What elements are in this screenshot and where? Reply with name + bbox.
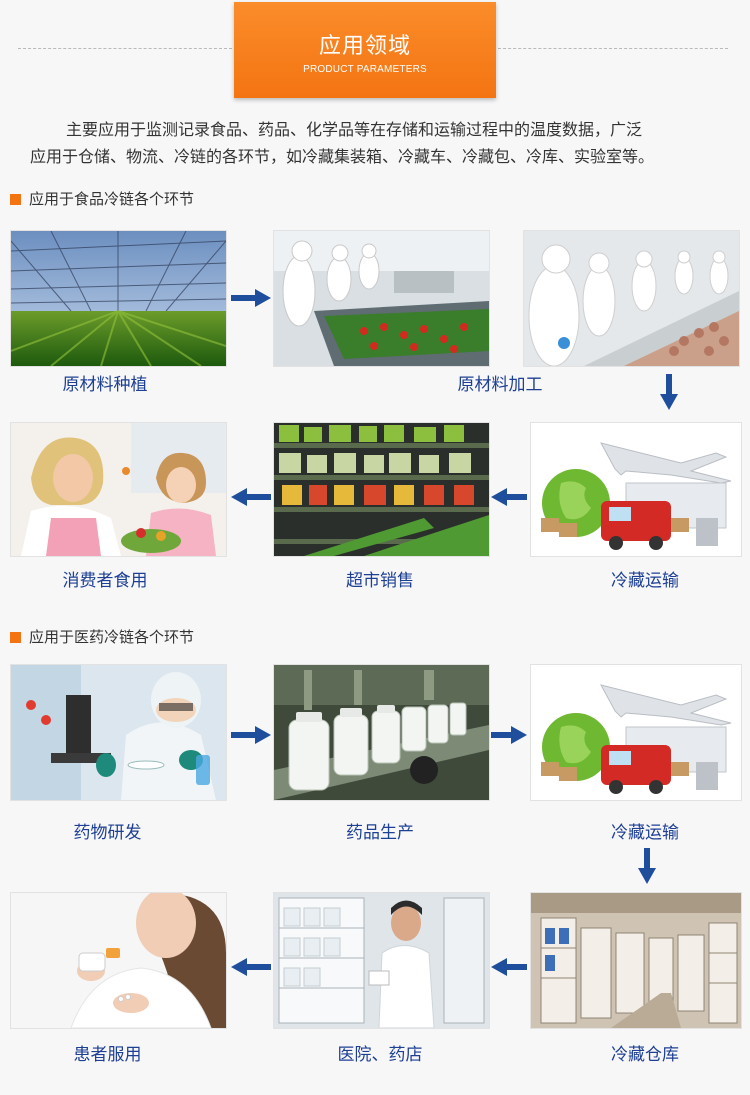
supermarket-shelf-image <box>273 422 490 557</box>
step-label-patient: 患者服用 <box>73 1045 142 1065</box>
meat-processing-image <box>523 230 740 367</box>
arrow-right-icon <box>491 726 527 744</box>
step-label-planting: 原材料种植 <box>62 375 148 395</box>
pharma-section-heading: 应用于医药冷链各个环节 <box>10 626 194 647</box>
food-section-heading: 应用于食品冷链各个环节 <box>10 188 194 209</box>
step-label-food-transport: 冷藏运输 <box>611 571 679 591</box>
patient-taking-medicine-image <box>10 892 227 1029</box>
arrow-down-icon <box>660 374 678 410</box>
arrow-left-icon <box>491 958 527 976</box>
header-dash-left <box>18 48 232 49</box>
pharma-cold-transport-image <box>530 664 742 801</box>
drug-production-image <box>273 664 490 801</box>
drug-research-image <box>10 664 227 801</box>
arrow-left-icon <box>231 958 271 976</box>
step-label-hospital: 医院、药店 <box>337 1045 423 1065</box>
pharmacy-image <box>273 892 490 1029</box>
intro-line-2: 应用于仓储、物流、冷链的各环节，如冷藏集装箱、冷藏车、冷藏包、冷库、实验室等。 <box>30 147 655 166</box>
arrow-left-icon <box>491 488 527 506</box>
step-label-pharma-transport: 冷藏运输 <box>611 823 679 843</box>
arrow-down-icon <box>638 848 656 884</box>
page-subtitle: PRODUCT PARAMETERS <box>303 64 427 75</box>
intro-paragraph: 主要应用于监测记录食品、药品、化学品等在存储和运输过程中的温度数据，广泛 应用于… <box>30 116 720 170</box>
step-label-production: 药品生产 <box>346 823 414 843</box>
food-processing-image <box>273 230 490 367</box>
cold-transport-image <box>530 422 742 557</box>
step-label-consumer: 消费者食用 <box>62 571 148 591</box>
arrow-right-icon <box>231 289 271 307</box>
arrow-right-icon <box>231 726 271 744</box>
step-label-supermarket: 超市销售 <box>346 571 414 591</box>
orange-square-icon <box>10 194 21 205</box>
orange-square-icon <box>10 632 21 643</box>
step-label-warehouse: 冷藏仓库 <box>611 1045 679 1065</box>
arrow-left-icon <box>231 488 271 506</box>
greenhouse-image <box>10 230 227 367</box>
step-label-research: 药物研发 <box>73 823 142 843</box>
cold-warehouse-image <box>530 892 742 1029</box>
step-label-processing: 原材料加工 <box>457 375 543 395</box>
header-dash-right <box>498 48 728 49</box>
section-title-banner: 应用领域 PRODUCT PARAMETERS <box>234 2 496 98</box>
intro-line-1: 主要应用于监测记录食品、药品、化学品等在存储和运输过程中的温度数据，广泛 <box>66 120 643 139</box>
page-title: 应用领域 <box>318 34 411 59</box>
consumer-eating-image <box>10 422 227 557</box>
